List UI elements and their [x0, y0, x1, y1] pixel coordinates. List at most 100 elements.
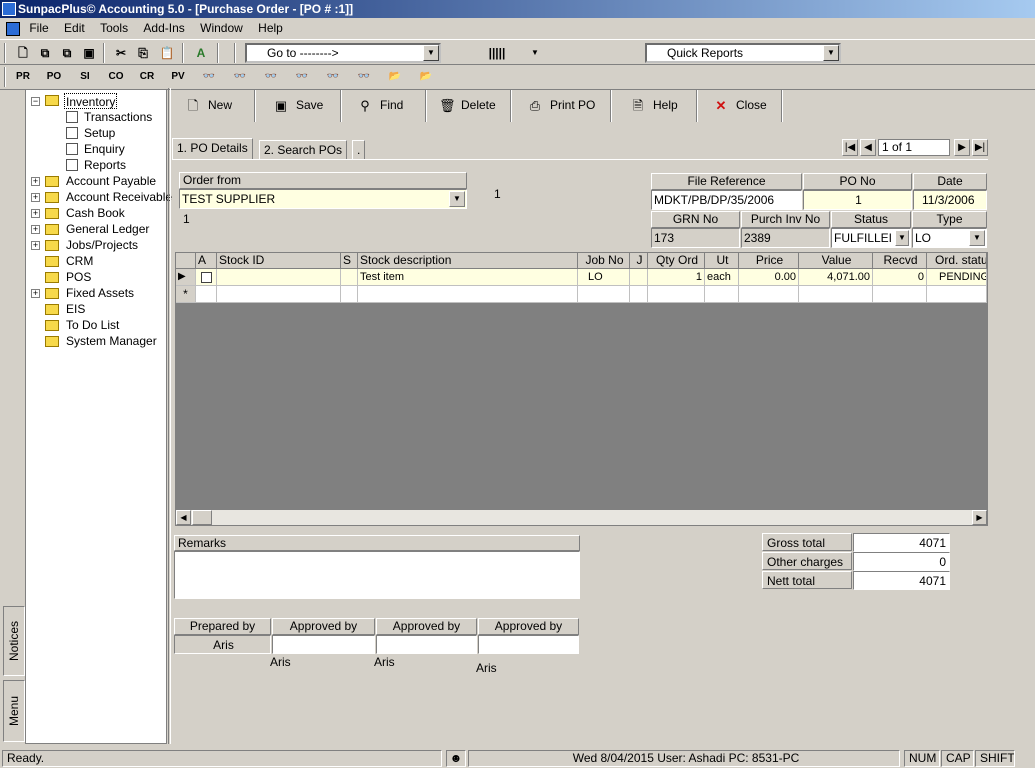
new-row-cell[interactable] [705, 286, 739, 303]
binoculars-icon[interactable]: 👓 [320, 66, 346, 88]
col-s[interactable]: S [341, 253, 358, 269]
spellcheck-icon[interactable]: A [190, 43, 212, 63]
tree-item-system-manager[interactable]: System Manager [66, 333, 157, 349]
cell-ut[interactable]: each [705, 269, 739, 286]
scroll-left-icon[interactable]: ◀ [176, 510, 191, 525]
collapse-icon[interactable]: − [31, 97, 40, 106]
open-folder-icon[interactable]: 📂 [413, 66, 439, 88]
po-button[interactable]: PO [41, 66, 67, 88]
chevron-down-icon[interactable]: ▼ [895, 230, 909, 246]
cell-qty-ord[interactable]: 1 [648, 269, 705, 286]
supplier-field[interactable]: TEST SUPPLIER ▼ [179, 189, 467, 209]
tree-item-fixed-assets[interactable]: Fixed Assets [66, 285, 134, 301]
col-qty-ord[interactable]: Qty Ord [648, 253, 705, 269]
tree-item-pos[interactable]: POS [66, 269, 91, 285]
open-folder-icon[interactable]: 📂 [382, 66, 408, 88]
expand-icon[interactable]: + [31, 225, 40, 234]
tab-extra[interactable]: . [352, 140, 366, 160]
panel-splitter[interactable] [168, 88, 171, 744]
binoculars-icon[interactable]: 👓 [351, 66, 377, 88]
menu-tab[interactable]: Menu [3, 680, 25, 742]
new-row-cell[interactable] [630, 286, 648, 303]
col-price[interactable]: Price [739, 253, 799, 269]
expand-icon[interactable]: + [31, 289, 40, 298]
new-row-cell[interactable] [341, 286, 358, 303]
new-row-cell[interactable] [873, 286, 927, 303]
tree-item-to-do-list[interactable]: To Do List [66, 317, 119, 333]
col-job-no[interactable]: Job No [578, 253, 630, 269]
pv-button[interactable]: PV [165, 66, 191, 88]
cell-stock-id[interactable] [217, 269, 341, 286]
new-row-cell[interactable] [739, 286, 799, 303]
binoculars-icon[interactable]: 👓 [227, 66, 253, 88]
first-record-icon[interactable]: |◀ [842, 139, 858, 156]
type-dropdown[interactable]: LO ▼ [912, 228, 987, 248]
next-record-icon[interactable]: ▶ [954, 139, 970, 156]
tree-item-general-ledger[interactable]: General Ledger [66, 221, 149, 237]
document-icon[interactable] [6, 21, 20, 36]
chevron-down-icon[interactable]: ▼ [449, 191, 465, 207]
barcode-icon[interactable]: ||||| [484, 43, 510, 63]
po-no-field[interactable]: 1 [803, 190, 912, 210]
new-row-cell[interactable] [799, 286, 873, 303]
scroll-right-icon[interactable]: ▶ [972, 510, 987, 525]
cr-button[interactable]: CR [134, 66, 160, 88]
cell-value[interactable]: 4,071.00 [799, 269, 873, 286]
tree-item-transactions[interactable]: Transactions [84, 109, 152, 125]
goto-dropdown[interactable]: Go to --------> ▼ [245, 43, 441, 63]
new-row-cell[interactable] [648, 286, 705, 303]
date-field[interactable]: 11/3/2006 [913, 190, 987, 210]
cut-icon[interactable]: ✂ [110, 43, 132, 63]
menu-add-ins[interactable]: Add-Ins [137, 18, 190, 38]
close-button[interactable]: ✕ Close [714, 89, 767, 121]
approved-by-field-1[interactable] [272, 635, 375, 654]
si-button[interactable]: SI [72, 66, 98, 88]
binoculars-icon[interactable]: 👓 [258, 66, 284, 88]
tab-search-pos[interactable]: 2. Search POs [259, 140, 348, 160]
col-stock-description[interactable]: Stock description [358, 253, 578, 269]
cell-job-no[interactable]: LO [578, 269, 630, 286]
tree-item-account-payable[interactable]: Account Payable [66, 173, 156, 189]
menu-edit[interactable]: Edit [58, 18, 91, 38]
tree-item-setup[interactable]: Setup [84, 125, 115, 141]
col-a[interactable]: A [196, 253, 217, 269]
tree-item-inventory[interactable]: Inventory [64, 93, 118, 109]
approved-by-field-3[interactable] [478, 635, 579, 654]
quick-reports-dropdown[interactable]: Quick Reports ▼ [645, 43, 841, 63]
other-charges-field[interactable]: 0 [853, 552, 950, 571]
help-button[interactable]: 🗎 Help [631, 89, 678, 121]
tile-window-icon[interactable]: ⧉ [56, 43, 78, 63]
new-row-cell[interactable] [358, 286, 578, 303]
expand-icon[interactable]: + [31, 177, 40, 186]
row-checkbox[interactable] [201, 272, 212, 283]
menu-file[interactable]: File [23, 18, 54, 38]
chevron-down-icon[interactable]: ▼ [823, 45, 839, 61]
menu-tools[interactable]: Tools [94, 18, 134, 38]
file-reference-field[interactable]: MDKT/PB/DP/35/2006 [651, 190, 802, 210]
horizontal-scrollbar[interactable]: ◀ ▶ [176, 510, 987, 525]
cell-price[interactable]: 0.00 [739, 269, 799, 286]
col-value[interactable]: Value [799, 253, 873, 269]
delete-button[interactable]: 🗑 Delete [439, 89, 496, 121]
menu-help[interactable]: Help [252, 18, 289, 38]
col-ord-status[interactable]: Ord. statu [927, 253, 987, 269]
col-stock-id[interactable]: Stock ID [217, 253, 341, 269]
new-row-cell[interactable] [578, 286, 630, 303]
binoculars-icon[interactable]: 👓 [196, 66, 222, 88]
cell-s[interactable] [341, 269, 358, 286]
tree-item-account-receivable[interactable]: Account Receivable [66, 189, 172, 205]
copy-icon[interactable]: ⎘ [132, 43, 154, 63]
print-po-button[interactable]: ⎙ Print PO [528, 89, 596, 121]
co-button[interactable]: CO [103, 66, 129, 88]
copy-window-icon[interactable]: ⧉ [34, 43, 56, 63]
prev-record-icon[interactable]: ◀ [860, 139, 876, 156]
scroll-thumb[interactable] [192, 510, 212, 525]
tree-item-eis[interactable]: EIS [66, 301, 85, 317]
save-button[interactable]: ▣ Save [274, 89, 324, 121]
tree-item-cash-book[interactable]: Cash Book [66, 205, 125, 221]
tab-po-details[interactable]: 1. PO Details [172, 138, 253, 160]
tree-item-enquiry[interactable]: Enquiry [84, 141, 125, 157]
expand-icon[interactable]: + [31, 193, 40, 202]
tree-item-reports[interactable]: Reports [84, 157, 126, 173]
last-record-icon[interactable]: ▶| [972, 139, 988, 156]
